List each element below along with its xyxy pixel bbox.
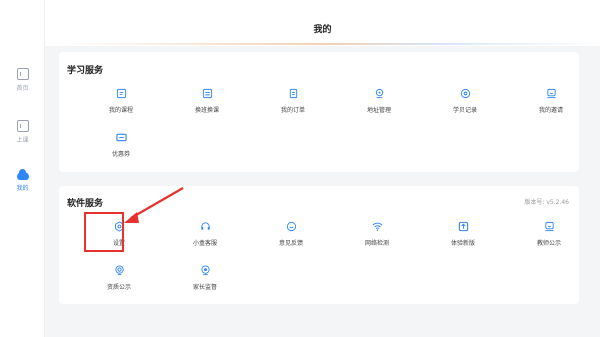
item-label: 我的邀请: [538, 107, 563, 114]
page-title: 我的: [313, 25, 332, 35]
course-icon: [116, 88, 127, 99]
version-label: 版本号: v5.2.46: [524, 199, 569, 206]
item-label: 意见反馈: [278, 240, 303, 247]
section-title: 学习服务: [67, 66, 104, 76]
item-label: 资质公示: [106, 284, 131, 291]
item-label: 换班换课: [194, 107, 219, 114]
item-label: 小盒客服: [192, 240, 217, 247]
study-services-card: 学习服务 我的课程 换班换课 我的订单 地址管理 学贝记录 我的邀请 优惠券: [59, 52, 579, 172]
swap-class-icon: [202, 88, 213, 99]
address-management-button[interactable]: 地址管理: [339, 88, 419, 114]
coin-icon: [460, 88, 471, 99]
camera-icon: [200, 265, 211, 276]
sidebar-item-label: 上课: [16, 137, 29, 144]
teacher-icon: [544, 221, 555, 232]
home-icon: [16, 68, 29, 80]
feedback-button[interactable]: 意见反馈: [251, 221, 331, 247]
item-label: 地址管理: [366, 107, 391, 114]
coin-record-button[interactable]: 学贝记录: [425, 88, 505, 114]
new-version-icon: [458, 221, 469, 232]
feedback-icon: [286, 221, 297, 232]
sidebar-item-label: 首页: [16, 85, 29, 92]
cloud-icon: [16, 169, 29, 180]
item-label: 我的课程: [108, 107, 133, 114]
sidebar-item-mine[interactable]: 我的: [0, 169, 45, 192]
main-content: 我的 学习服务 我的课程 换班换课 我的订单 地址管理 学贝记录 我的邀请 优惠…: [45, 0, 600, 337]
sidebar-item-class[interactable]: 上课: [0, 120, 45, 144]
item-label: 家长监督: [192, 284, 217, 291]
location-icon: [374, 88, 385, 99]
parent-supervision-button[interactable]: 家长监督: [165, 265, 245, 291]
certificate-icon: [114, 265, 125, 276]
sidebar-item-label: 我的: [16, 185, 29, 192]
title-divider: [63, 43, 598, 45]
headset-icon: [200, 221, 211, 232]
my-courses-button[interactable]: 我的课程: [81, 88, 161, 114]
item-label: 体验新版: [450, 240, 475, 247]
network-check-button[interactable]: 网络检测: [337, 221, 417, 247]
sidebar-item-home[interactable]: 首页: [0, 68, 45, 92]
item-label: 学贝记录: [452, 107, 477, 114]
section-title: 软件服务: [67, 199, 104, 209]
qualification-disclosure-button[interactable]: 资质公示: [79, 265, 159, 291]
item-label: 网络检测: [364, 240, 389, 247]
try-new-version-button[interactable]: 体验新版: [423, 221, 503, 247]
class-icon: [16, 120, 29, 132]
my-orders-button[interactable]: 我的订单: [253, 88, 333, 114]
teacher-disclosure-button[interactable]: 教师公示: [509, 221, 589, 247]
invite-icon: [546, 88, 557, 99]
sidebar: 首页 上课 我的: [0, 0, 45, 337]
swap-class-button[interactable]: 换班换课: [167, 88, 247, 114]
top-bar: 我的: [45, 0, 600, 46]
wifi-icon: [372, 221, 383, 232]
item-label: 优惠券: [111, 151, 130, 158]
annotation-arrow-icon: [124, 187, 184, 223]
coupon-button[interactable]: 优惠券: [81, 132, 161, 158]
item-label: 教师公示: [536, 240, 561, 247]
order-icon: [288, 88, 299, 99]
my-invite-button[interactable]: 我的邀请: [511, 88, 591, 114]
item-label: 我的订单: [280, 107, 305, 114]
coupon-icon: [115, 132, 127, 143]
